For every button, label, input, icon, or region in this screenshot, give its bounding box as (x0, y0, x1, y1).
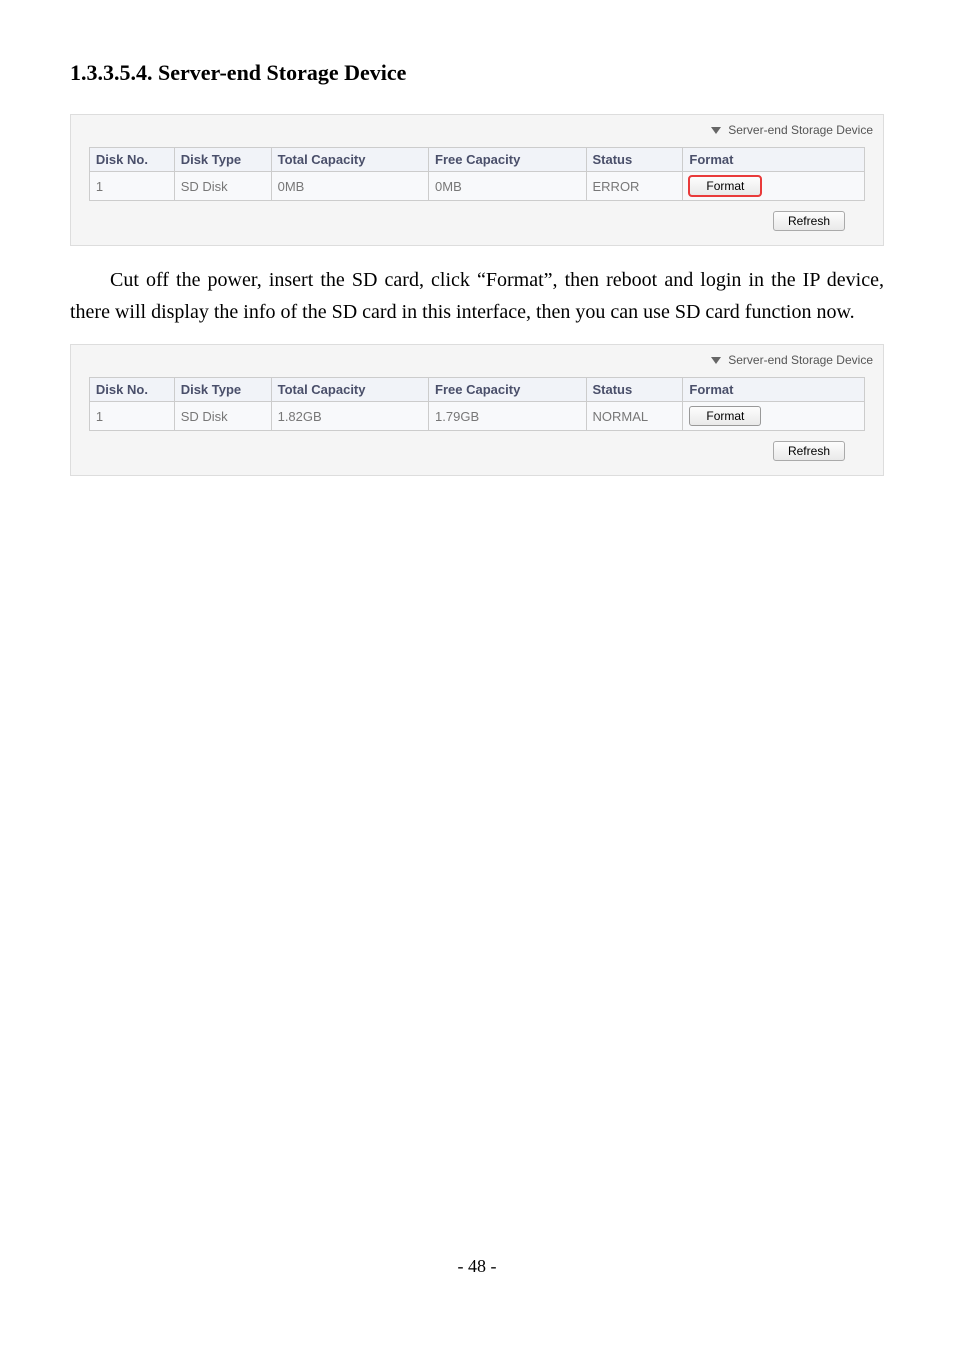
section-heading: 1.3.3.5.4. Server-end Storage Device (70, 60, 884, 86)
storage-panel-normal: Server-end Storage Device Disk No. Disk … (70, 344, 884, 476)
cell-format: Format (683, 172, 865, 201)
cell-totcap: 0MB (271, 172, 428, 201)
col-header-totcap: Total Capacity (271, 378, 428, 402)
col-header-disktype: Disk Type (174, 378, 271, 402)
body-paragraph: Cut off the power, insert the SD card, c… (70, 264, 884, 328)
col-header-freecap: Free Capacity (429, 148, 586, 172)
cell-disktype: SD Disk (174, 402, 271, 431)
col-header-diskno: Disk No. (89, 378, 174, 402)
cell-totcap: 1.82GB (271, 402, 428, 431)
page-number: - 48 - (70, 1256, 884, 1307)
cell-status: NORMAL (586, 402, 683, 431)
table-row: 1 SD Disk 0MB 0MB ERROR Format (89, 172, 864, 201)
refresh-row: Refresh (81, 441, 873, 461)
col-header-totcap: Total Capacity (271, 148, 428, 172)
panel-header-label: Server-end Storage Device (728, 353, 873, 367)
cell-freecap: 1.79GB (429, 402, 586, 431)
col-header-diskno: Disk No. (89, 148, 174, 172)
cell-diskno: 1 (89, 172, 174, 201)
cell-format: Format (683, 402, 865, 431)
refresh-button[interactable]: Refresh (773, 441, 845, 461)
col-header-format: Format (683, 378, 865, 402)
col-header-status: Status (586, 148, 683, 172)
storage-panel-error: Server-end Storage Device Disk No. Disk … (70, 114, 884, 246)
format-button[interactable]: Format (689, 406, 761, 426)
refresh-button[interactable]: Refresh (773, 211, 845, 231)
panel-header[interactable]: Server-end Storage Device (81, 123, 873, 147)
disk-table-error: Disk No. Disk Type Total Capacity Free C… (89, 147, 865, 201)
table-row: 1 SD Disk 1.82GB 1.79GB NORMAL Format (89, 402, 864, 431)
table-header-row: Disk No. Disk Type Total Capacity Free C… (89, 378, 864, 402)
panel-header[interactable]: Server-end Storage Device (81, 353, 873, 377)
col-header-disktype: Disk Type (174, 148, 271, 172)
cell-diskno: 1 (89, 402, 174, 431)
disk-table-normal: Disk No. Disk Type Total Capacity Free C… (89, 377, 865, 431)
cell-freecap: 0MB (429, 172, 586, 201)
cell-status: ERROR (586, 172, 683, 201)
table-header-row: Disk No. Disk Type Total Capacity Free C… (89, 148, 864, 172)
refresh-row: Refresh (81, 211, 873, 231)
chevron-down-icon (711, 357, 721, 364)
cell-disktype: SD Disk (174, 172, 271, 201)
chevron-down-icon (711, 127, 721, 134)
panel-header-label: Server-end Storage Device (728, 123, 873, 137)
format-button[interactable]: Format (689, 176, 761, 196)
col-header-format: Format (683, 148, 865, 172)
col-header-status: Status (586, 378, 683, 402)
col-header-freecap: Free Capacity (429, 378, 586, 402)
